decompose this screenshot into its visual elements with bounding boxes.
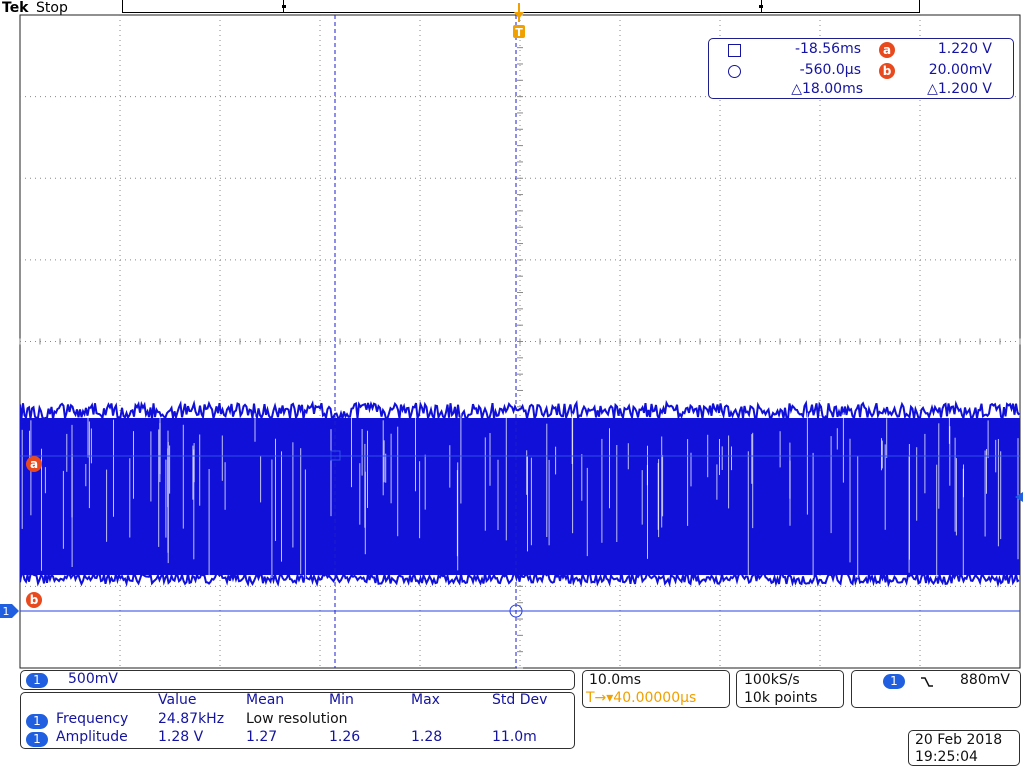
measurement-name: Frequency bbox=[56, 711, 129, 727]
column-header-max: Max bbox=[411, 692, 440, 708]
column-header-value: Value bbox=[158, 692, 197, 708]
row-channel-badge: 1 bbox=[26, 714, 48, 729]
date-label: 20 Feb 2018 bbox=[915, 732, 1003, 748]
datetime-panel: 20 Feb 2018 19:25:04 bbox=[908, 730, 1020, 766]
falling-edge-icon bbox=[921, 677, 933, 687]
trigger-level: 880mV bbox=[960, 672, 1010, 688]
channel1-scale: 500mV bbox=[68, 671, 118, 687]
measurement-table: Value Mean Min Max Std Dev 1 Frequency 2… bbox=[20, 692, 575, 749]
measurement-value: 24.87kHz bbox=[158, 711, 225, 727]
cursor-t2-value: -560.0µs bbox=[799, 62, 861, 78]
sample-rate: 100kS/s bbox=[744, 672, 800, 688]
cursor-a-badge: a bbox=[879, 42, 895, 58]
trigger-position-label: T bbox=[515, 26, 523, 39]
cursor-a-label: a bbox=[30, 457, 38, 471]
measurement-std-dev: 11.0m bbox=[492, 729, 537, 745]
measurement-min: 1.26 bbox=[329, 729, 361, 745]
record-length: 10k points bbox=[744, 690, 818, 706]
acquisition-panel[interactable]: 100kS/s 10k points bbox=[736, 670, 844, 708]
cursor-b-label: b bbox=[30, 593, 39, 607]
cursor-b-badge: b bbox=[879, 63, 895, 79]
timebase-scale: 10.0ms bbox=[589, 672, 642, 688]
measurement-max: 1.28 bbox=[411, 729, 443, 745]
measurement-mean: 1.27 bbox=[246, 729, 278, 745]
trigger-source-badge: 1 bbox=[883, 674, 905, 689]
column-header-std-dev: Std Dev bbox=[492, 692, 548, 708]
measurement-mean: Low resolution bbox=[246, 711, 348, 727]
trigger-panel[interactable]: 1 880mV bbox=[851, 670, 1021, 708]
trigger-position-value: T→▾40.00000µs bbox=[586, 690, 697, 706]
cursor-delta-v: △1.200 V bbox=[927, 81, 992, 97]
cursor-delta-t: △18.00ms bbox=[791, 81, 863, 97]
cursor-b-value: 20.00mV bbox=[928, 62, 992, 78]
channel1-badge: 1 bbox=[26, 673, 48, 688]
channel1-scale-panel[interactable]: 1 500mV bbox=[20, 670, 575, 690]
cursor-t1-value: -18.56ms bbox=[794, 41, 861, 57]
row-channel-badge: 1 bbox=[26, 732, 48, 747]
timebase-panel[interactable]: 10.0ms T→▾40.00000µs bbox=[582, 670, 730, 708]
circle-cursor-icon bbox=[728, 65, 741, 78]
column-header-min: Min bbox=[329, 692, 354, 708]
measurement-value: 1.28 V bbox=[158, 729, 204, 745]
waveform-display[interactable]: T 1 a b bbox=[0, 0, 1024, 768]
cursor-readout-panel: -18.56ms a 1.220 V -560.0µs b 20.00mV △1… bbox=[708, 38, 1014, 99]
channel1-marker-label: 1 bbox=[3, 605, 10, 618]
channel1-waveform bbox=[20, 399, 1020, 588]
measurement-name: Amplitude bbox=[56, 729, 128, 745]
time-label: 19:25:04 bbox=[915, 749, 978, 765]
column-header-mean: Mean bbox=[246, 692, 285, 708]
cursor-a-value: 1.220 V bbox=[937, 41, 992, 57]
square-cursor-icon bbox=[728, 44, 741, 57]
